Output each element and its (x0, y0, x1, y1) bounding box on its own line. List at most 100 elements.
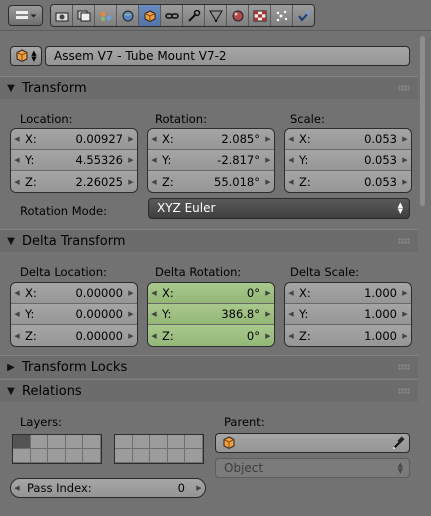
layer-button[interactable] (150, 435, 168, 449)
expand-arrow-icon: ▼ (7, 385, 15, 397)
delta-location-x-field[interactable]: ◀ X: 0.00000 ▶ (11, 283, 137, 304)
axis-label: X: (299, 286, 311, 300)
layer-button[interactable] (30, 435, 49, 449)
axis-label: Z: (25, 174, 37, 189)
tab-data[interactable] (205, 5, 227, 26)
tab-physics[interactable] (293, 5, 314, 26)
field-value: 0.053 (364, 153, 397, 167)
tab-texture[interactable] (249, 5, 271, 26)
tab-material[interactable] (227, 5, 249, 26)
scale-z-field[interactable]: ◀ Z: 0.053 ▶ (285, 171, 411, 192)
panel-title: Relations (22, 383, 82, 399)
field-value: 0.053 (364, 132, 397, 146)
panel-relations-header[interactable]: ▼ Relations (0, 379, 418, 402)
tab-modifiers[interactable] (183, 5, 205, 26)
object-icon (16, 49, 28, 63)
scrollbar[interactable] (420, 36, 425, 206)
decrement-arrow-icon[interactable]: ◀ (11, 484, 23, 492)
layer-button[interactable] (167, 449, 186, 463)
pass-index-value: 0 (177, 481, 185, 495)
layers-label: Layers: (20, 415, 62, 429)
delta-location-y-field[interactable]: ◀ Y: 0.00000 ▶ (11, 304, 137, 325)
rotation-z-field[interactable]: ◀ Z: 55.018° ▶ (148, 171, 274, 192)
panel-transform-header[interactable]: ▼ Transform (0, 76, 418, 99)
layer-button[interactable] (30, 449, 49, 463)
layer-button[interactable] (115, 435, 133, 449)
field-value: 4.55326 (75, 153, 123, 167)
drag-grip-icon[interactable] (398, 364, 410, 370)
field-value: 1.000 (364, 328, 397, 343)
axis-label: Y: (162, 153, 172, 167)
layer-button[interactable] (150, 449, 168, 463)
tab-render[interactable] (51, 5, 73, 26)
layer-button[interactable] (83, 449, 101, 463)
location-y-field[interactable]: ◀ Y: 4.55326 ▶ (11, 150, 137, 171)
object-icon (144, 9, 155, 22)
object-name-input[interactable]: Assem V7 - Tube Mount V7-2 (45, 46, 410, 66)
drag-grip-icon[interactable] (398, 238, 410, 244)
panel-delta-transform-header[interactable]: ▼ Delta Transform (0, 229, 418, 252)
axis-label: Z: (162, 174, 174, 189)
layer-button[interactable] (65, 449, 84, 463)
delta-scale-z-field[interactable]: ◀ Z: 1.000 ▶ (285, 325, 411, 346)
updown-icon: ▲ ▼ (31, 49, 37, 63)
field-value: 0.00000 (75, 286, 123, 300)
parent-field[interactable] (215, 433, 410, 453)
delta-scale-fields: ◀ X: 1.000 ▶ ◀ Y: 1.000 ▶ ◀ Z: 1.000 ▶ (284, 282, 412, 347)
tab-render-layers[interactable] (73, 5, 95, 26)
layer-button[interactable] (48, 449, 66, 463)
scale-x-field[interactable]: ◀ X: 0.053 ▶ (285, 129, 411, 150)
layer-button[interactable] (13, 449, 31, 463)
layer-button[interactable] (167, 435, 186, 449)
location-label: Location: (20, 112, 73, 126)
location-z-field[interactable]: ◀ Z: 2.26025 ▶ (11, 171, 137, 192)
axis-label: Y: (25, 307, 35, 321)
object-name-row: ▲ ▼ Assem V7 - Tube Mount V7-2 (10, 46, 410, 66)
delta-rotation-x-field[interactable]: ◀ X: 0° ▶ (148, 283, 274, 304)
eyedropper-icon[interactable] (391, 436, 405, 450)
layer-button[interactable] (13, 435, 31, 449)
rotation-y-field[interactable]: ◀ Y: -2.817° ▶ (148, 150, 274, 171)
data-icon (208, 10, 223, 22)
layer-button[interactable] (65, 435, 84, 449)
tab-world[interactable] (117, 5, 139, 26)
layer-grid-right[interactable] (114, 434, 204, 464)
layer-button[interactable] (48, 435, 66, 449)
panel-transform-locks-header[interactable]: ▶ Transform Locks (0, 355, 418, 378)
drag-grip-icon[interactable] (398, 85, 410, 91)
delta-location-z-field[interactable]: ◀ Z: 0.00000 ▶ (11, 325, 137, 346)
delta-scale-y-field[interactable]: ◀ Y: 1.000 ▶ (285, 304, 411, 325)
parent-type-dropdown[interactable]: Object ▲ ▼ (215, 458, 410, 478)
rotation-mode-dropdown[interactable]: XYZ Euler ▲ ▼ (148, 198, 410, 219)
layer-button[interactable] (132, 435, 151, 449)
header-toolbar (0, 0, 431, 31)
rotation-fields: ◀ X: 2.085° ▶ ◀ Y: -2.817° ▶ ◀ Z: 55.018° ▶ (147, 128, 275, 193)
layer-button[interactable] (115, 449, 133, 463)
delta-rotation-z-field[interactable]: ◀ Z: 0° ▶ (148, 325, 274, 346)
delta-rotation-y-field[interactable]: ◀ Y: 386.8° ▶ (148, 304, 274, 325)
field-value: 2.26025 (75, 174, 123, 189)
field-value: 1.000 (364, 286, 397, 300)
layer-button[interactable] (185, 435, 203, 449)
delta-scale-x-field[interactable]: ◀ X: 1.000 ▶ (285, 283, 411, 304)
properties-editor-icon (15, 10, 36, 19)
tab-object[interactable] (139, 5, 161, 26)
tab-particles[interactable] (271, 5, 293, 26)
drag-grip-icon[interactable] (398, 388, 410, 394)
layer-button[interactable] (132, 449, 151, 463)
rotation-x-field[interactable]: ◀ X: 2.085° ▶ (148, 129, 274, 150)
pass-index-field[interactable]: ◀ Pass Index: 0 ▶ (10, 478, 206, 498)
scale-y-field[interactable]: ◀ Y: 0.053 ▶ (285, 150, 411, 171)
location-x-field[interactable]: ◀ X: 0.00927 ▶ (11, 129, 137, 150)
field-value: 386.8° (221, 307, 260, 321)
layer-grid-left[interactable] (12, 434, 102, 464)
object-type-selector[interactable]: ▲ ▼ (10, 46, 42, 66)
tab-scene[interactable] (95, 5, 117, 26)
editor-type-button[interactable] (8, 5, 43, 26)
increment-arrow-icon[interactable]: ▶ (193, 484, 205, 492)
tab-constraints[interactable] (161, 5, 183, 26)
layer-button[interactable] (185, 449, 203, 463)
axis-label: X: (25, 132, 37, 146)
layer-button[interactable] (83, 435, 101, 449)
delta-location-fields: ◀ X: 0.00000 ▶ ◀ Y: 0.00000 ▶ ◀ Z: 0.00000 ▶ (10, 282, 138, 347)
